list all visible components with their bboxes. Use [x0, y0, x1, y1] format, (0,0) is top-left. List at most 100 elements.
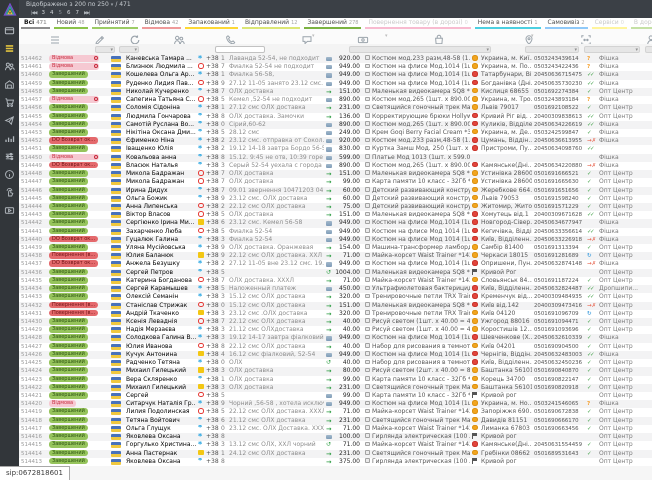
table-row[interactable]: 514449DO Возврат ок...Власюк Наталья*+38… [19, 162, 652, 170]
tracking-number[interactable]: 0501691093696 [532, 326, 585, 334]
client-phone[interactable]: +38 [204, 293, 219, 301]
tracking-number[interactable]: 20450634226619 [532, 121, 585, 129]
tracking-number[interactable]: 0503243422436 [532, 63, 585, 71]
client-phone[interactable]: +38 [204, 326, 219, 334]
tracking-number[interactable]: 20400309838613 [532, 113, 585, 121]
tab-vidpravlenyi[interactable]: Відправлений12 [240, 18, 303, 29]
client-phone[interactable]: +38 [204, 318, 219, 326]
table-row[interactable]: 514462ВідмоваКаневська Тамара ...*+381Ла… [19, 55, 652, 63]
column-menu-arrow-icon[interactable]: ▾ [531, 33, 534, 39]
client-phone[interactable]: +38 [204, 334, 219, 342]
client-phone[interactable]: +38 [204, 252, 219, 260]
warehouse-icon[interactable] [0, 75, 19, 93]
tracking-number[interactable]: 20400309473416 [532, 302, 585, 310]
tracking-number[interactable]: 20450632450236 [532, 359, 585, 367]
tracking-number[interactable]: 0501691665630 [532, 178, 585, 186]
table-row[interactable]: 514438Повернення (в...Юлия Баланюк+38922… [19, 252, 652, 260]
table-row[interactable]: 514433ЗавершенийОлексій Семанін*+38315.1… [19, 293, 652, 301]
client-phone[interactable]: +38 [204, 104, 219, 112]
page-number-7[interactable]: 7 [75, 10, 79, 16]
tracking-number[interactable]: 0501692108522 [532, 104, 585, 112]
client-phone[interactable]: +38 [204, 162, 219, 170]
gesture-icon[interactable] [0, 183, 19, 201]
client-phone[interactable]: +38 [204, 187, 219, 195]
client-phone[interactable]: +38 [204, 178, 219, 186]
client-phone[interactable]: +38 [204, 219, 219, 227]
table-row[interactable]: 514460ЗавершенийКошелева Ольга Ар...*+38… [19, 71, 652, 79]
table-row[interactable]: 514437DO Возврат ок...Анжела Безушку*+38… [19, 260, 652, 268]
tracking-number[interactable]: 0501690663456 [532, 425, 585, 433]
tab-nema-v-naiavnosti[interactable]: Нема в наявності1 [473, 18, 543, 29]
client-phone[interactable]: +38 [204, 137, 219, 145]
tracking-column-scan-icon[interactable] [580, 31, 592, 43]
stats-icon[interactable] [0, 129, 19, 147]
table-row[interactable]: 514421ЗавершенийСергей+38599.00Карта пам… [19, 392, 652, 400]
table-row[interactable]: 514436ЗавершенийСергей Петров*+385↺1004.… [19, 269, 652, 277]
tracking-number[interactable]: 20400309671628 [532, 211, 585, 219]
client-phone[interactable]: +38 [204, 154, 219, 162]
tracking-number[interactable]: 0501690822147 [532, 376, 585, 384]
tracking-number[interactable]: 0501691094471 [532, 318, 585, 326]
client-column-clients-icon[interactable] [173, 31, 185, 43]
table-row[interactable]: 514420ВідмоваСитарчук Наталія Гр...*+389… [19, 400, 652, 408]
tracking-number[interactable]: 0501691281689 [532, 252, 585, 260]
tracking-number[interactable]: 20400309484935 [532, 293, 585, 301]
client-phone[interactable]: +38 [204, 441, 219, 449]
tab-zavershenyi[interactable]: Завершений278 [302, 18, 363, 29]
table-row[interactable]: 514461ВідмоваБлизнюк Людмила ...+387Фиал… [19, 63, 652, 71]
filter-phone-input[interactable] [215, 46, 265, 53]
table-row[interactable]: 514442ЗавершенийСергіюнко Ірина Ми...+38… [19, 219, 652, 227]
table-row[interactable]: 514455ЗавершенийЛюдмила Гончарова*+388ОЛ… [19, 113, 652, 121]
page-number-5[interactable]: 5 [58, 10, 62, 16]
table-row[interactable]: 514441ЗавершенийЗахарченко Люба+385Фиалк… [19, 228, 652, 236]
tracking-number[interactable]: 0501690840870 [532, 367, 585, 375]
tracking-number[interactable]: 0501690820918 [532, 384, 585, 392]
billing-icon[interactable] [0, 21, 19, 39]
column-menu-arrow-icon[interactable]: ▾ [385, 33, 388, 39]
client-phone[interactable]: +38 [204, 203, 219, 211]
tracking-number[interactable]: 0503242599847 [532, 129, 585, 137]
client-phone[interactable]: +38 [204, 260, 219, 268]
last-page-button[interactable]: ▶▶| [84, 11, 89, 16]
tracking-number[interactable]: 20450636715475 [532, 71, 585, 79]
tracking-number[interactable]: 20450632483003 [532, 351, 585, 359]
client-phone[interactable]: +38 [204, 285, 219, 293]
tracking-number[interactable] [532, 269, 585, 277]
tracking-number[interactable]: 0501691313394 [532, 244, 585, 252]
tracking-number[interactable]: 20450634098760 [532, 145, 585, 153]
tracking-number[interactable]: 20450633226918 [532, 236, 585, 244]
filter-source[interactable]: ▾ [645, 46, 652, 53]
tracking-number[interactable]: 0501691598240 [532, 195, 585, 203]
tracking-number[interactable]: 20450632824487 [532, 285, 585, 293]
table-row[interactable]: 514416ЗавершенийЯковлева Оксана*+388100.… [19, 433, 652, 441]
tracking-number[interactable] [532, 433, 585, 441]
info-icon[interactable] [0, 165, 19, 183]
page-size-dropdown-icon[interactable]: ▾ [111, 2, 114, 8]
client-phone[interactable]: +38 [204, 367, 219, 375]
status-column-edit-icon[interactable] [94, 31, 106, 43]
filter-product[interactable]: ▾ [349, 46, 491, 53]
orders-icon[interactable] [0, 39, 19, 57]
tab-samovyviz[interactable]: Самовивіз2 [543, 18, 590, 29]
filter-tracking[interactable]: ▾ [584, 46, 640, 53]
client-phone[interactable]: +38 [204, 121, 219, 129]
client-phone[interactable]: +38 [204, 376, 219, 384]
tab-zapakovanyi[interactable]: Запакований1 [183, 18, 240, 29]
client-phone[interactable]: +38 [204, 450, 219, 458]
client-phone[interactable]: +38 [204, 392, 219, 400]
client-phone[interactable]: +38 [204, 195, 219, 203]
tracking-number[interactable]: 20450636613955 [532, 137, 585, 145]
page-number-6[interactable]: 6 [67, 10, 71, 16]
table-row[interactable]: 514424ЗавершенийМихаил Гилецький+383ОЛХ … [19, 367, 652, 375]
tab-pryiniatyi[interactable]: Прийнятий7 [90, 18, 140, 29]
table-row[interactable]: 514457ВідмоваСапегина Татьяна С...+385Ке… [19, 96, 652, 104]
tab-servisy[interactable]: Сервіси0 [590, 18, 629, 29]
tracking-number[interactable]: 0501692274384 [532, 88, 585, 96]
client-phone[interactable]: +38 [204, 400, 219, 408]
total-column-money-icon[interactable] [357, 31, 369, 43]
client-phone[interactable]: +38 [204, 236, 219, 244]
id-column-list-icon[interactable] [49, 31, 61, 43]
client-phone[interactable]: +38 [204, 71, 219, 79]
table-row[interactable]: 514413ЗавершенийЯковлева Оксана*+388→375… [19, 458, 652, 466]
first-page-button[interactable]: |◀◀ [31, 11, 36, 16]
